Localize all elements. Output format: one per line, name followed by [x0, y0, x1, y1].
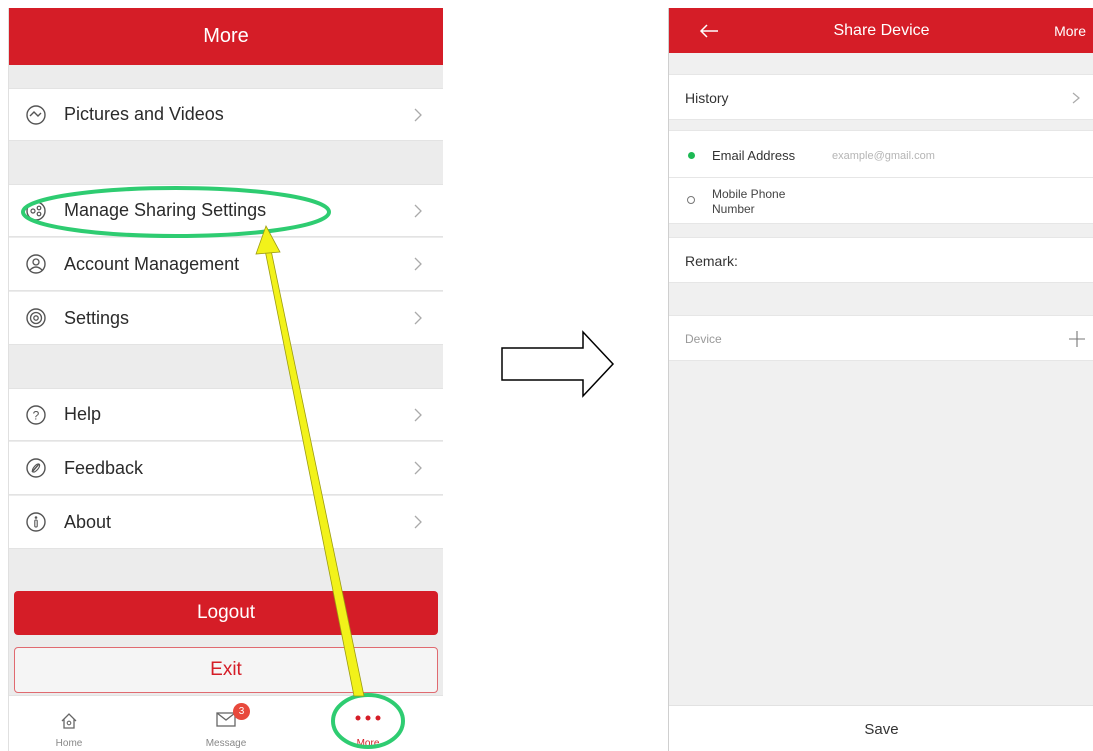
tab-home[interactable]: Home — [9, 696, 129, 751]
account-icon — [25, 253, 47, 275]
remark-label: Remark: — [685, 253, 738, 269]
menu-item-label: Manage Sharing Settings — [64, 200, 267, 220]
bottom-tab-bar: Home 3 Message More — [9, 695, 443, 751]
tab-message[interactable]: 3 Message — [166, 696, 286, 751]
menu-item-account-management[interactable]: Account Management — [9, 238, 443, 291]
share-icon — [25, 200, 47, 222]
chevron-right-icon — [414, 408, 422, 421]
email-input[interactable]: example@gmail.com — [832, 150, 935, 162]
chevron-right-icon — [414, 311, 422, 325]
menu-item-feedback[interactable]: Feedback — [9, 442, 443, 495]
tab-label: More — [356, 738, 380, 749]
radio-icon[interactable] — [687, 196, 695, 204]
email-option-row[interactable]: Email Address example@gmail.com — [669, 130, 1093, 178]
tab-more[interactable]: More — [308, 696, 428, 751]
unread-badge: 3 — [233, 703, 250, 720]
history-label: History — [685, 90, 729, 106]
menu-item-pictures-videos[interactable]: Pictures and Videos — [9, 88, 443, 141]
add-device-icon[interactable] — [1068, 330, 1086, 348]
share-device-screen: Share Device More History Email Address … — [668, 8, 1093, 751]
settings-icon — [25, 307, 47, 329]
save-button[interactable]: Save — [669, 705, 1093, 751]
help-icon: ? — [25, 404, 47, 426]
header-title: Share Device — [833, 22, 930, 39]
device-label: Device — [685, 332, 722, 346]
feedback-icon — [25, 457, 47, 479]
menu-item-label: Help — [64, 404, 102, 424]
home-icon — [61, 713, 77, 729]
transition-arrow-icon — [501, 330, 615, 398]
menu-item-label: Feedback — [64, 457, 144, 478]
chevron-right-icon — [414, 108, 422, 121]
menu-item-label: Pictures and Videos — [64, 104, 224, 124]
email-label: Email Address — [712, 148, 796, 163]
selected-radio-icon[interactable] — [688, 152, 695, 159]
exit-button[interactable]: Exit — [14, 647, 438, 693]
tab-label: Message — [205, 738, 247, 749]
more-screen: More Pictures and Videos Manage Sharing … — [8, 8, 443, 751]
phone-label-line2: Number — [712, 202, 755, 216]
menu-item-manage-sharing[interactable]: Manage Sharing Settings — [9, 184, 443, 237]
chevron-right-icon — [1072, 92, 1080, 104]
menu-item-about[interactable]: About — [9, 496, 443, 549]
menu-item-label: Settings — [64, 307, 130, 328]
chevron-right-icon — [414, 515, 422, 529]
chevron-right-icon — [414, 257, 422, 271]
pictures-icon — [25, 104, 47, 126]
history-row[interactable]: History — [669, 74, 1093, 120]
device-row[interactable]: Device — [669, 315, 1093, 361]
header-more-button[interactable]: More — [1054, 23, 1086, 39]
menu-item-settings[interactable]: Settings — [9, 292, 443, 345]
more-header: More — [9, 8, 443, 65]
logout-button[interactable]: Logout — [14, 591, 438, 635]
tab-label: Home — [55, 738, 83, 749]
menu-item-label: Account Management — [64, 253, 240, 274]
phone-label-line1: Mobile Phone — [712, 187, 786, 201]
svg-text:?: ? — [33, 408, 40, 422]
remark-row[interactable]: Remark: — [669, 237, 1093, 283]
about-icon — [25, 511, 47, 533]
header-title: More — [203, 25, 249, 47]
menu-item-label: About — [64, 511, 112, 532]
menu-item-help[interactable]: ? Help — [9, 388, 443, 441]
phone-option-row[interactable]: Mobile Phone Number — [669, 178, 1093, 224]
chevron-right-icon — [414, 204, 422, 217]
share-device-header: Share Device More — [669, 8, 1093, 53]
chevron-right-icon — [414, 461, 422, 475]
more-dots-icon — [355, 715, 381, 721]
